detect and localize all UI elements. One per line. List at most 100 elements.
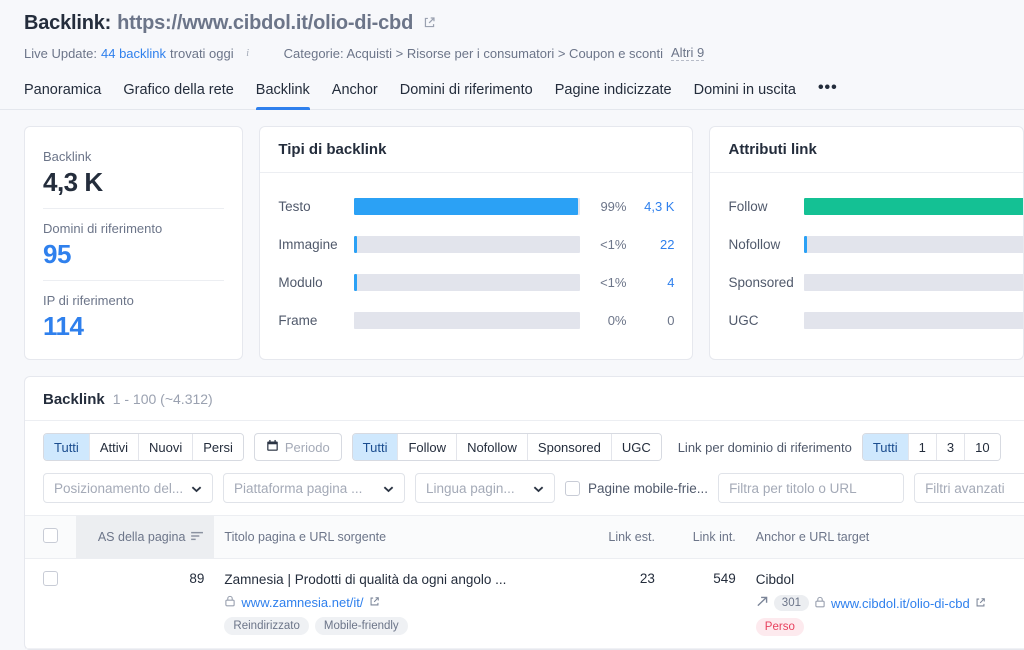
header-link-est[interactable]: Link est. [582,516,665,559]
status-filter-attivi[interactable]: Attivi [90,434,139,460]
tab-domini-in-uscita[interactable]: Domini in uscita [694,76,796,109]
chevron-down-icon [191,481,202,496]
select-all-checkbox[interactable] [43,528,58,543]
external-link-icon[interactable] [975,596,986,611]
mobile-friendly-label: Pagine mobile-frie... [588,481,708,496]
links-per-domain-group: Tutti 1 3 10 [862,433,1001,461]
links-per-domain-label: Link per dominio di riferimento [678,440,852,455]
period-label: Periodo [285,440,330,455]
cell-anchor: Cibdol 301 www.cibd [746,559,1024,649]
select-page-placement[interactable]: Posizionamento del... [43,473,213,503]
status-filter-tutti[interactable]: Tutti [44,434,90,460]
attribute-filter-nofollow[interactable]: Nofollow [457,434,528,460]
tab-panoramica[interactable]: Panoramica [24,76,101,109]
bar-row: Nofollow [728,225,1023,263]
select-page-placement-label: Posizionamento del... [54,481,183,496]
calendar-icon [266,439,279,455]
header-label: Anchor e URL target [756,530,869,544]
page-title-label: Backlink: [24,12,111,35]
attribute-filter-ugc[interactable]: UGC [612,434,661,460]
info-icon[interactable]: i [242,47,254,59]
header-as-della-pagina[interactable]: AS della pagina [76,516,215,559]
tab-anchor[interactable]: Anchor [332,76,378,109]
categories-label: Categorie: Acquisti > Risorse per i cons… [284,46,663,61]
attribute-filter-sponsored[interactable]: Sponsored [528,434,612,460]
bar-percent: 99% [580,199,626,214]
bar-track [804,236,1024,253]
bar-label: Frame [278,313,354,328]
table-row[interactable]: 89 Zamnesia | Prodotti di qualità da ogn… [25,559,1024,649]
cell-as-score: 89 [76,559,215,649]
cell-source: Zamnesia | Prodotti di qualità da ogni a… [214,559,581,649]
link-attributes-card: Attributi link Follow Nofollow Sponsored… [709,126,1024,360]
bar-label: Follow [728,199,804,214]
attribute-filter-tutti[interactable]: Tutti [353,434,399,460]
summary-value[interactable]: 114 [43,311,224,342]
status-filter-nuovi[interactable]: Nuovi [139,434,193,460]
search-input[interactable] [719,474,904,502]
select-page-platform-label: Piattaforma pagina ... [234,481,362,496]
header-anchor-url-target[interactable]: Anchor e URL target [746,516,1024,559]
bar-track [804,274,1024,291]
target-url[interactable]: www.cibdol.it/olio-di-cbd [831,596,970,611]
backlinks-table: AS della pagina Titolo pagina e URL sorg… [25,515,1024,649]
links-per-domain-tutti[interactable]: Tutti [863,434,909,460]
tab-backlink[interactable]: Backlink [256,76,310,109]
bar-fill [354,236,357,253]
bar-label: Testo [278,199,354,214]
target-url-line: 301 www.cibdol.it/olio-di-cbd [756,595,1024,611]
tabs-overflow-icon[interactable]: ••• [818,75,838,109]
tab-pagine-indicizzate[interactable]: Pagine indicizzate [555,76,672,109]
attribute-filter-follow[interactable]: Follow [398,434,457,460]
header-link-int[interactable]: Link int. [665,516,746,559]
link-attributes-bars: Follow Nofollow Sponsored UGC [710,173,1023,339]
filters-row-primary: Tutti Attivi Nuovi Persi Periodo Tutti F… [25,421,1024,467]
bar-row: Immagine <1% 22 [278,225,674,263]
live-update-suffix: trovati oggi [170,46,234,61]
source-url[interactable]: www.zamnesia.net/it/ [241,595,363,610]
link-attributes-title: Attributi link [710,127,1023,173]
select-page-language[interactable]: Lingua pagin... [415,473,555,503]
more-categories-link[interactable]: Altri 9 [671,45,704,61]
search-filter [718,473,904,503]
live-update-link[interactable]: 44 backlink [101,46,166,61]
mobile-friendly-checkbox[interactable]: Pagine mobile-frie... [565,481,708,496]
cell-internal-links: 549 [665,559,746,649]
tab-grafico-della-rete[interactable]: Grafico della rete [123,76,233,109]
bar-value[interactable]: 4,3 K [626,199,674,214]
status-badge-lost: Perso [756,618,804,636]
links-per-domain-10[interactable]: 10 [965,434,999,460]
row-checkbox[interactable] [43,571,58,586]
bar-row: Sponsored [728,263,1023,301]
header-titolo-pagina-url[interactable]: Titolo pagina e URL sorgente [214,516,581,559]
bar-value[interactable]: 22 [626,237,674,252]
backlinks-header: Backlink 1 - 100 (~4.312) [25,377,1024,421]
summary-value[interactable]: 95 [43,239,224,270]
advanced-filters-button[interactable]: Filtri avanzati [914,473,1024,503]
bar-value[interactable]: 4 [626,275,674,290]
redirect-arrow-icon [756,595,769,611]
bar-track [354,312,580,329]
external-link-icon[interactable] [369,595,380,610]
links-per-domain-1[interactable]: 1 [909,434,937,460]
page-title-url[interactable]: https://www.cibdol.it/olio-di-cbd [117,12,413,35]
links-per-domain-3[interactable]: 3 [937,434,965,460]
header-label: Link int. [693,530,736,544]
attribute-filter-group: Tutti Follow Nofollow Sponsored UGC [352,433,662,461]
summary-block-ip-di-riferimento: IP di riferimento 114 [43,280,224,352]
header-select-all [25,516,76,559]
header-label: Titolo pagina e URL sorgente [224,530,386,544]
bar-percent: <1% [580,237,626,252]
select-page-platform[interactable]: Piattaforma pagina ... [223,473,405,503]
bar-row: Testo 99% 4,3 K [278,187,674,225]
period-button[interactable]: Periodo [254,433,342,461]
chevron-down-icon [533,481,544,496]
checkbox-box[interactable] [565,481,580,496]
page-subheader: Live Update: 44 backlink trovati oggi i … [24,45,1000,61]
summary-card: Backlink 4,3 K Domini di riferimento 95 … [24,126,243,360]
tab-domini-di-riferimento[interactable]: Domini di riferimento [400,76,533,109]
select-page-language-label: Lingua pagin... [426,481,515,496]
source-title: Zamnesia | Prodotti di qualità da ogni a… [224,571,571,589]
external-link-icon[interactable] [423,16,436,29]
status-filter-persi[interactable]: Persi [193,434,243,460]
